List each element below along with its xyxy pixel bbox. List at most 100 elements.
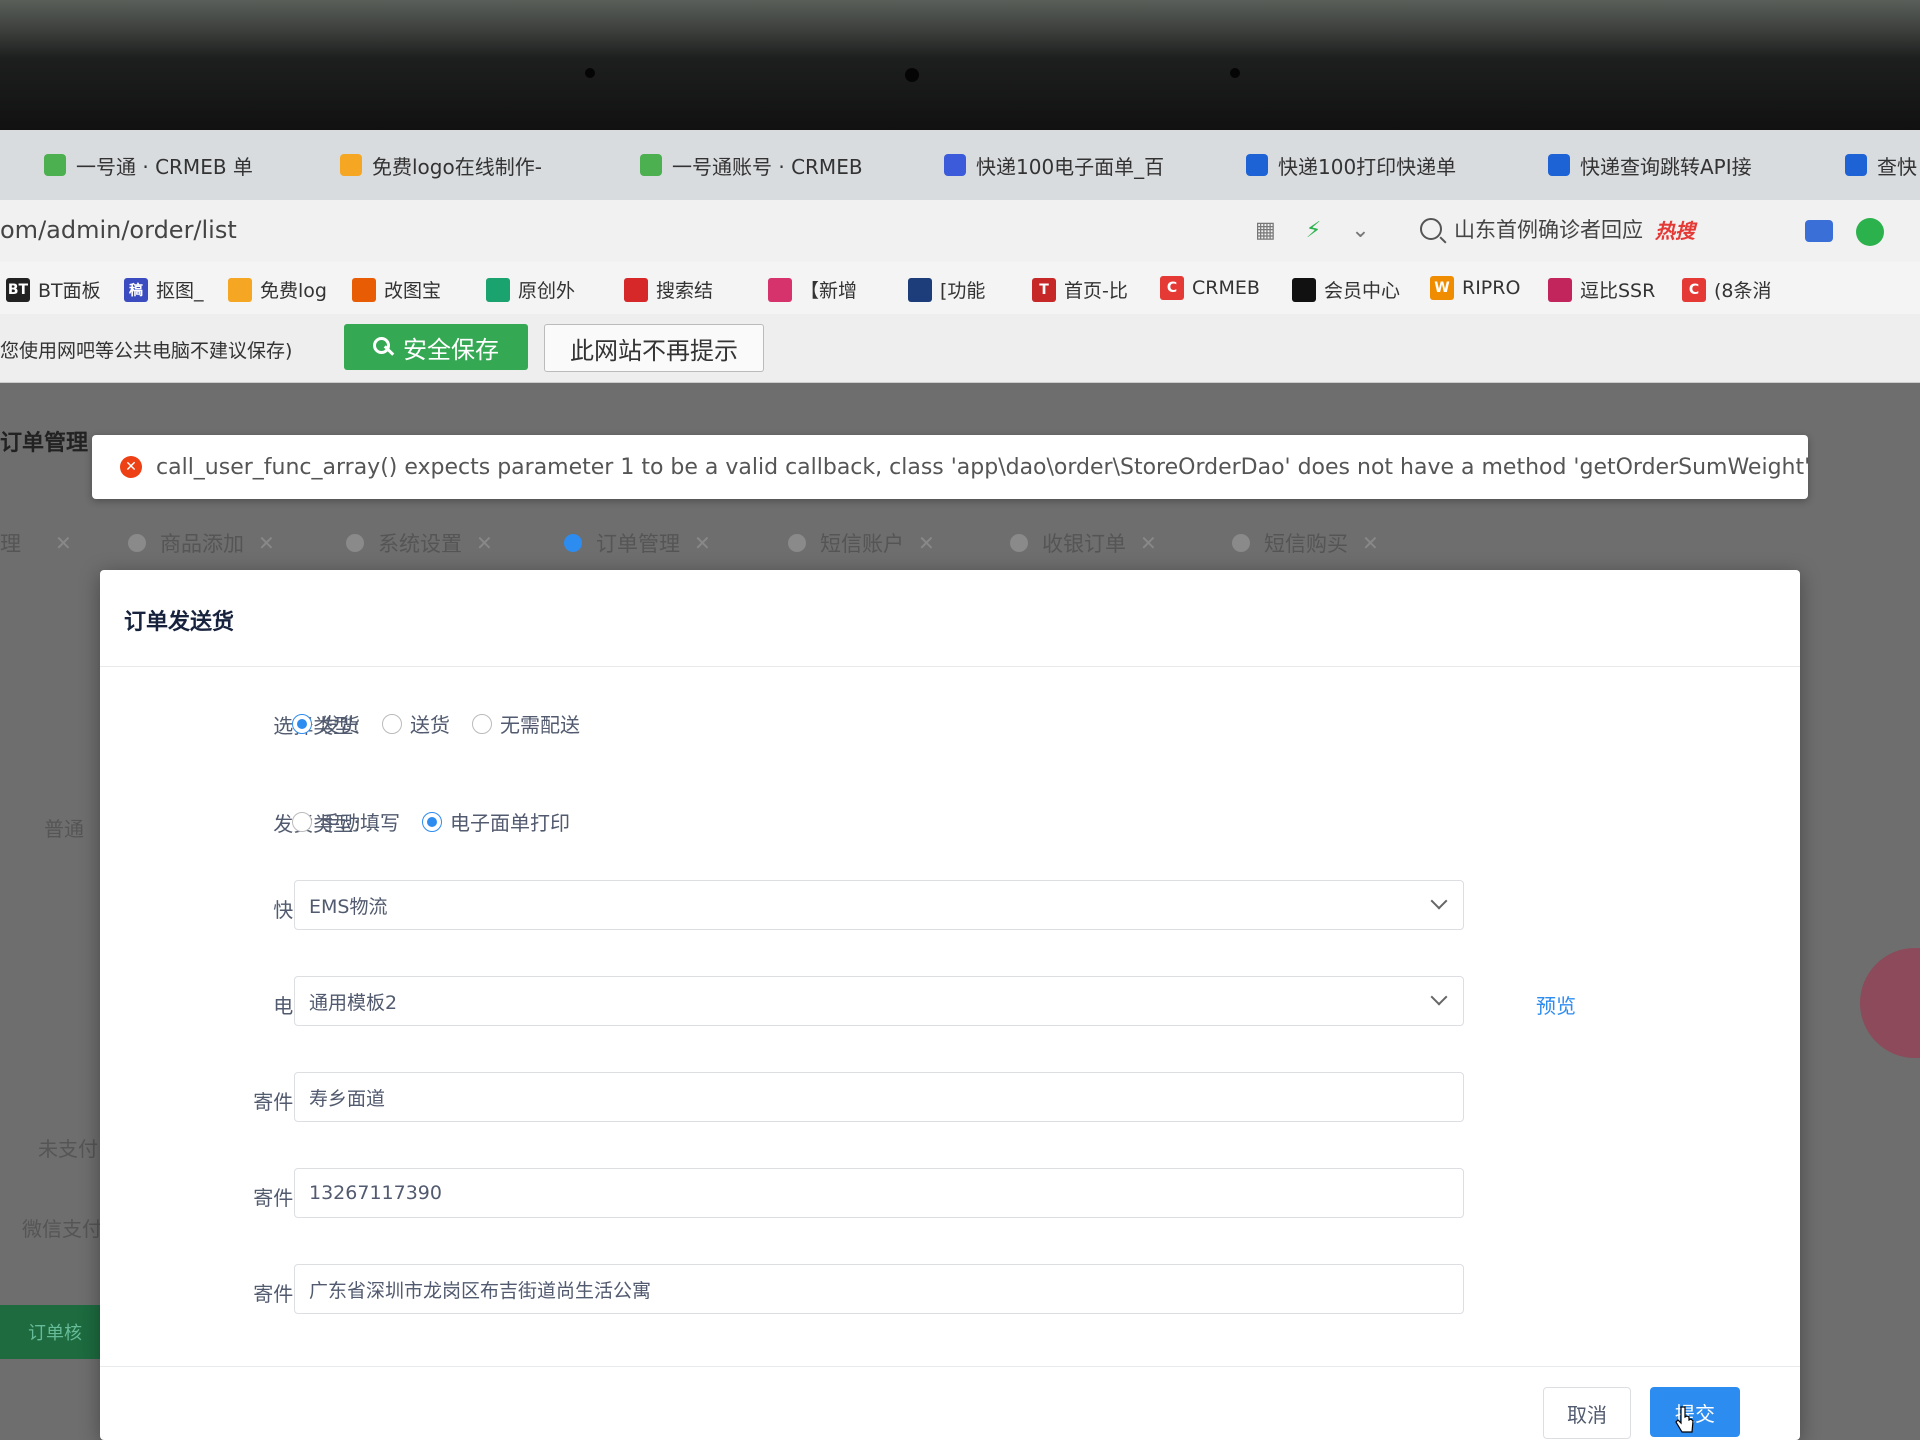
tab-favicon-icon bbox=[640, 154, 662, 176]
cancel-button[interactable]: 取消 bbox=[1543, 1387, 1631, 1439]
app-tab-label: 商品添加 bbox=[160, 532, 244, 556]
app-tab[interactable]: 短信账户 ✕ bbox=[788, 528, 935, 558]
bookmark-item[interactable]: T 首页-比 bbox=[1032, 276, 1128, 303]
lightning-icon[interactable]: ⚡ bbox=[1306, 218, 1321, 243]
bookmark-label: RIPRO bbox=[1462, 277, 1521, 299]
radio-label: 发货 bbox=[320, 713, 360, 737]
bookmark-favicon-icon: 稿 bbox=[124, 277, 148, 302]
chevron-down-icon bbox=[1430, 988, 1448, 1006]
floating-action-button[interactable] bbox=[1860, 948, 1920, 1058]
notification-icon[interactable] bbox=[1805, 220, 1833, 242]
browser-tab[interactable]: 免费logo在线制作- bbox=[340, 144, 570, 186]
bezel-sensor bbox=[585, 68, 595, 78]
app-tab-label: 理 bbox=[0, 532, 21, 556]
radio-unchecked-icon bbox=[382, 713, 402, 734]
bookmark-item[interactable]: 逗比SSR bbox=[1548, 276, 1655, 303]
page-title: 订单管理 bbox=[0, 431, 89, 456]
bookmark-label: 逗比SSR bbox=[1580, 280, 1656, 302]
tab-dot-icon bbox=[346, 534, 364, 552]
save-password-bar: 您使用网吧等公共电脑不建议保存) 安全保存 此网站不再提示 bbox=[0, 314, 1920, 383]
chevron-down-icon[interactable]: ⌄ bbox=[1351, 218, 1369, 243]
error-message: call_user_func_array() expects parameter… bbox=[156, 454, 1808, 480]
bookmark-label: 搜索结 bbox=[656, 280, 714, 302]
bookmark-item[interactable]: 稿抠图_ bbox=[124, 276, 204, 303]
search-icon bbox=[1420, 218, 1442, 240]
radio-manual[interactable]: 手动填写 bbox=[292, 807, 400, 836]
browser-tab-label: 免费logo在线制作- bbox=[372, 154, 542, 179]
sender-name-input[interactable]: 寿乡面道 bbox=[294, 1072, 1464, 1122]
bookmark-item[interactable]: 搜索结 bbox=[624, 276, 713, 303]
bookmark-item[interactable]: BT BT面板 bbox=[6, 276, 101, 303]
extension-icon[interactable] bbox=[1856, 218, 1884, 246]
radio-no-delivery[interactable]: 无需配送 bbox=[472, 709, 580, 738]
ship-type-radio-group: 手动填写 电子面单打印 bbox=[292, 807, 578, 836]
close-icon[interactable]: ✕ bbox=[918, 531, 935, 555]
close-icon[interactable]: ✕ bbox=[1362, 531, 1379, 555]
error-icon: ✕ bbox=[120, 456, 142, 478]
sender-address-input[interactable]: 广东省深圳市龙岗区布吉街道尚生活公寓 bbox=[294, 1264, 1464, 1314]
screen: 一号通 · CRMEB 单 免费logo在线制作- 一号通账号 · CRMEB … bbox=[0, 130, 1920, 1440]
tab-dot-icon bbox=[788, 534, 806, 552]
ship-order-modal: 订单发送货 选择类型: 发货 送货 无需配送 发货类型: 手动填写 电子面单打印… bbox=[100, 570, 1800, 1440]
app-tab-label: 收银订单 bbox=[1042, 532, 1126, 556]
app-tab[interactable]: 短信购买 ✕ bbox=[1232, 528, 1379, 558]
tab-favicon-icon bbox=[340, 154, 362, 176]
close-icon[interactable]: ✕ bbox=[694, 531, 711, 555]
app-tab[interactable]: 理 ✕ bbox=[0, 528, 72, 558]
background-label: 未支付 bbox=[38, 1137, 98, 1161]
bookmarks-bar: BT BT面板 稿抠图_ 免费log 改图宝 原创外 搜索结 【新增 [功能 T 首页-比 C CRME… bbox=[0, 262, 1920, 314]
close-icon[interactable]: ✕ bbox=[476, 531, 493, 555]
radio-unchecked-icon bbox=[472, 713, 492, 734]
close-icon[interactable]: ✕ bbox=[1140, 531, 1157, 555]
bookmark-item[interactable]: 会员中心 bbox=[1292, 276, 1400, 303]
browser-tab[interactable]: 一号通账号 · CRMEB bbox=[640, 144, 870, 186]
radio-ship[interactable]: 发货 bbox=[292, 709, 360, 738]
qr-code-icon[interactable]: ▦ bbox=[1255, 218, 1276, 243]
bookmark-item[interactable]: 改图宝 bbox=[352, 276, 441, 303]
hot-search-badge: 热搜 bbox=[1655, 218, 1695, 243]
browser-tab-label: 查快 bbox=[1877, 154, 1917, 179]
bookmark-label: 抠图_ bbox=[156, 280, 204, 302]
radio-unchecked-icon bbox=[292, 811, 312, 832]
courier-select[interactable]: EMS物流 bbox=[294, 880, 1464, 930]
key-icon bbox=[373, 337, 393, 357]
app-tab[interactable]: 商品添加 ✕ bbox=[128, 528, 275, 558]
address-bar-tools: ▦ ⚡ ⌄ bbox=[1255, 218, 1370, 243]
browser-search-box[interactable]: 山东首例确诊者回应 热搜 bbox=[1420, 214, 1695, 244]
preview-link[interactable]: 预览 bbox=[1536, 990, 1576, 1019]
browser-tab[interactable]: 快递100电子面单_百 bbox=[944, 144, 1174, 186]
bookmark-item[interactable]: W RIPRO bbox=[1430, 276, 1520, 300]
radio-label: 手动填写 bbox=[320, 811, 400, 835]
app-tab-bar: 理 ✕ 商品添加 ✕ 系统设置 ✕ 订单管理 ✕ 短信账户 ✕ 收银订单 ✕ 短… bbox=[0, 518, 1920, 568]
error-notification: ✕ call_user_func_array() expects paramet… bbox=[92, 435, 1808, 499]
laptop-bezel bbox=[0, 0, 1920, 130]
radio-label: 送货 bbox=[410, 713, 450, 737]
radio-deliver[interactable]: 送货 bbox=[382, 709, 450, 738]
bookmark-item[interactable]: 【新增 bbox=[768, 276, 857, 303]
safe-save-button[interactable]: 安全保存 bbox=[344, 324, 528, 370]
bookmark-item[interactable]: C (8条消 bbox=[1682, 276, 1772, 303]
browser-tab[interactable]: 快递100打印快递单 bbox=[1246, 144, 1476, 186]
never-prompt-button[interactable]: 此网站不再提示 bbox=[544, 324, 764, 372]
browser-tab[interactable]: 快递查询跳转API接 bbox=[1548, 144, 1778, 186]
background-button-label: 订单核 bbox=[28, 1323, 82, 1344]
app-tab[interactable]: 收银订单 ✕ bbox=[1010, 528, 1157, 558]
bookmark-item[interactable]: [功能 bbox=[908, 276, 985, 303]
waybill-select[interactable]: 通用模板2 bbox=[294, 976, 1464, 1026]
browser-tab[interactable]: 查快 bbox=[1845, 144, 1920, 186]
close-icon[interactable]: ✕ bbox=[55, 531, 72, 555]
tab-favicon-icon bbox=[44, 154, 66, 176]
app-tab-active[interactable]: 订单管理 ✕ bbox=[564, 528, 711, 558]
bookmark-item[interactable]: 原创外 bbox=[486, 276, 575, 303]
submit-button[interactable]: 提交 bbox=[1650, 1387, 1740, 1437]
app-tab[interactable]: 系统设置 ✕ bbox=[346, 528, 493, 558]
bookmark-label: 【新增 bbox=[800, 280, 858, 302]
radio-e-waybill[interactable]: 电子面单打印 bbox=[422, 807, 570, 836]
browser-tab[interactable]: 一号通 · CRMEB 单 bbox=[44, 144, 274, 186]
app-tab-label: 系统设置 bbox=[378, 532, 462, 556]
bookmark-item[interactable]: 免费log bbox=[228, 276, 327, 303]
bookmark-item[interactable]: C CRMEB bbox=[1160, 276, 1260, 300]
url-field[interactable]: om/admin/order/list bbox=[0, 216, 237, 244]
sender-phone-input[interactable]: 13267117390 bbox=[294, 1168, 1464, 1218]
close-icon[interactable]: ✕ bbox=[258, 531, 275, 555]
